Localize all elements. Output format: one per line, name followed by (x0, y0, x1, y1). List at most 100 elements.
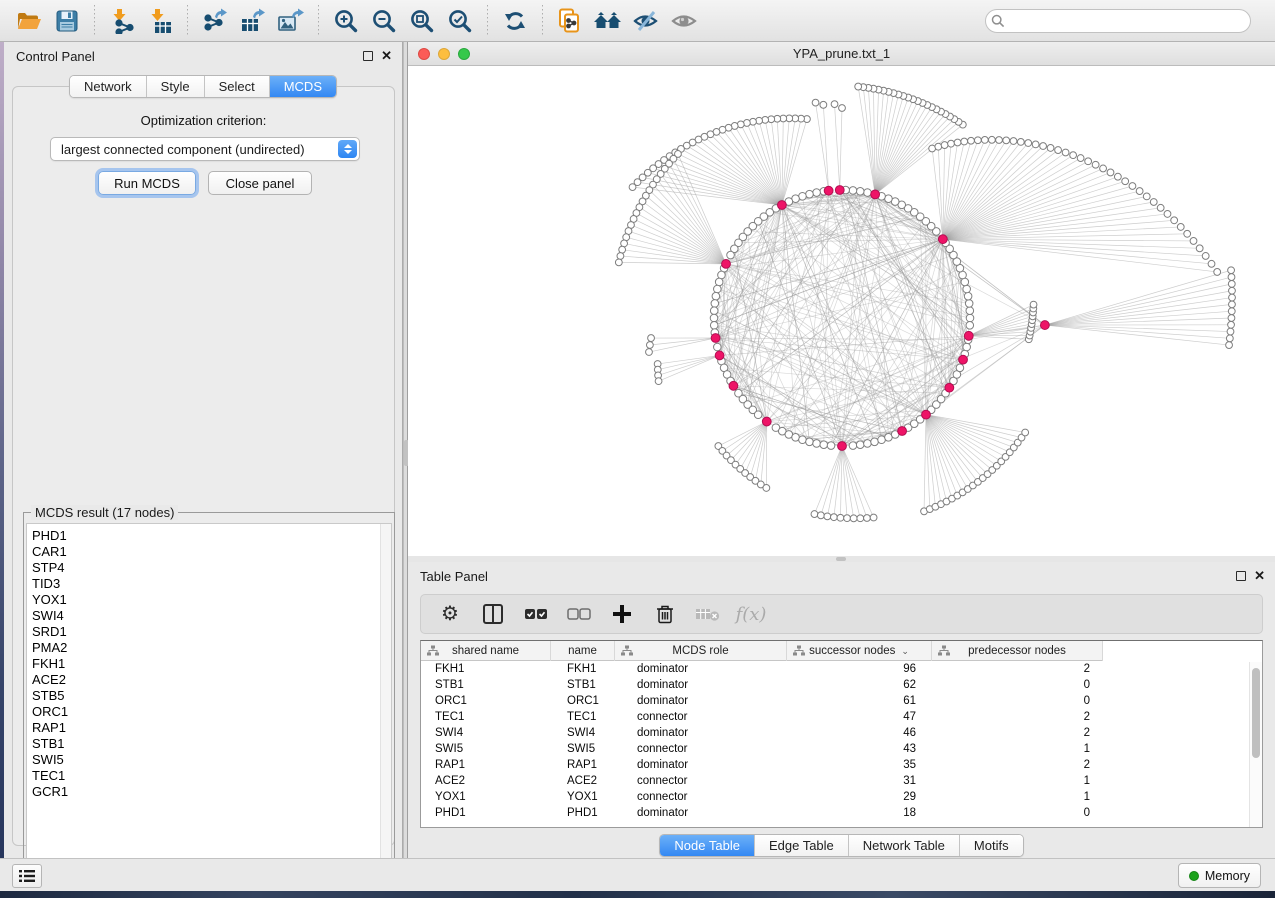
column-header-successor-nodes[interactable]: successor nodes⌄ (787, 641, 932, 661)
graph-node[interactable] (961, 278, 969, 286)
hide-details-icon[interactable] (631, 6, 661, 36)
column-header-predecessor-nodes[interactable]: predecessor nodes (932, 641, 1103, 661)
table-row[interactable]: TEC1TEC1connector472 (421, 709, 1262, 725)
graph-leaf-node[interactable] (1196, 245, 1203, 252)
graph-edge[interactable] (634, 219, 726, 264)
graph-hub-node[interactable] (778, 201, 787, 210)
graph-leaf-node[interactable] (1070, 152, 1077, 159)
table-cell[interactable]: 0 (932, 679, 1103, 691)
graph-edge[interactable] (726, 264, 969, 304)
table-cell[interactable]: STB1 (421, 679, 551, 691)
graph-node[interactable] (754, 411, 762, 419)
graph-leaf-node[interactable] (830, 514, 837, 521)
graph-node[interactable] (813, 440, 821, 448)
table-row[interactable]: STB1STB1dominator620 (421, 677, 1262, 693)
export-network-icon[interactable] (200, 6, 230, 36)
graph-hub-node[interactable] (762, 417, 771, 426)
graph-leaf-node[interactable] (855, 83, 862, 90)
graph-leaf-node[interactable] (1107, 169, 1114, 176)
graph-edge[interactable] (669, 164, 726, 264)
graph-edge[interactable] (860, 360, 963, 445)
graph-hub-node[interactable] (824, 186, 833, 195)
graph-edge[interactable] (1045, 298, 1232, 326)
graph-leaf-node[interactable] (763, 485, 770, 492)
graph-leaf-node[interactable] (1030, 301, 1037, 308)
graph-edge[interactable] (926, 415, 983, 478)
column-header-shared-name[interactable]: shared name (421, 641, 551, 661)
clone-network-icon[interactable] (555, 6, 585, 36)
graph-leaf-node[interactable] (1177, 224, 1184, 231)
mcds-result-item[interactable]: GCR1 (32, 784, 391, 800)
graph-leaf-node[interactable] (619, 246, 626, 253)
graph-edge[interactable] (1045, 304, 1232, 325)
tab-node-table[interactable]: Node Table (660, 835, 755, 856)
graph-node[interactable] (856, 441, 864, 449)
graph-leaf-node[interactable] (1171, 217, 1178, 224)
graph-edge[interactable] (858, 87, 875, 195)
table-cell[interactable]: ACE2 (551, 775, 615, 787)
graph-leaf-node[interactable] (1077, 155, 1084, 162)
task-history-button[interactable] (12, 864, 42, 888)
table-cell[interactable]: PHD1 (551, 807, 615, 819)
graph-edge[interactable] (924, 415, 926, 512)
graph-leaf-node[interactable] (996, 137, 1003, 144)
graph-edge[interactable] (687, 146, 782, 205)
graph-node[interactable] (813, 189, 821, 197)
run-mcds-button[interactable]: Run MCDS (98, 171, 196, 195)
tab-network-table[interactable]: Network Table (849, 835, 960, 856)
mcds-result-item[interactable]: TID3 (32, 576, 391, 592)
mcds-result-item[interactable]: PHD1 (32, 528, 391, 544)
graph-leaf-node[interactable] (1229, 287, 1236, 294)
tab-network[interactable]: Network (70, 76, 147, 97)
graph-node[interactable] (966, 314, 974, 322)
graph-leaf-node[interactable] (1100, 165, 1107, 172)
table-cell[interactable]: FKH1 (551, 663, 615, 675)
graph-leaf-node[interactable] (961, 138, 968, 145)
export-image-icon[interactable] (276, 6, 306, 36)
graph-edge[interactable] (823, 105, 828, 191)
graph-leaf-node[interactable] (837, 514, 844, 521)
table-row[interactable]: RAP1RAP1dominator352 (421, 757, 1262, 773)
table-cell[interactable]: 1 (932, 743, 1103, 755)
mcds-result-item[interactable]: PMA2 (32, 640, 391, 656)
graph-leaf-node[interactable] (1092, 161, 1099, 168)
graph-leaf-node[interactable] (1184, 230, 1191, 237)
tab-style[interactable]: Style (147, 76, 205, 97)
graph-leaf-node[interactable] (1040, 143, 1047, 150)
graph-node[interactable] (712, 292, 720, 300)
graph-hub-node[interactable] (835, 186, 844, 195)
zoom-out-icon[interactable] (369, 6, 399, 36)
mcds-list-scrollbar[interactable] (380, 524, 391, 879)
float-panel-icon[interactable] (1236, 571, 1246, 581)
graph-hub-node[interactable] (959, 355, 968, 364)
graph-node[interactable] (714, 343, 722, 351)
graph-edge[interactable] (782, 118, 795, 205)
graph-node[interactable] (966, 307, 974, 315)
table-cell[interactable]: dominator (615, 679, 787, 691)
graph-hub-node[interactable] (898, 427, 907, 436)
table-cell[interactable]: 96 (787, 663, 932, 675)
table-scrollbar[interactable] (1249, 662, 1262, 827)
graph-node[interactable] (710, 314, 718, 322)
search-input[interactable] (985, 9, 1251, 33)
graph-node[interactable] (871, 438, 879, 446)
network-graph[interactable] (408, 66, 1275, 556)
graph-leaf-node[interactable] (850, 515, 857, 522)
graph-edge[interactable] (681, 149, 782, 205)
graph-leaf-node[interactable] (646, 349, 653, 356)
table-cell[interactable]: 2 (932, 711, 1103, 723)
table-cell[interactable]: dominator (615, 807, 787, 819)
table-cell[interactable]: 31 (787, 775, 932, 787)
graph-leaf-node[interactable] (1022, 429, 1029, 436)
graph-leaf-node[interactable] (857, 515, 864, 522)
graph-leaf-node[interactable] (1164, 211, 1171, 218)
graph-hub-node[interactable] (715, 351, 724, 360)
graph-node[interactable] (965, 300, 973, 308)
table-row[interactable]: ACE2ACE2connector311 (421, 773, 1262, 789)
graph-node[interactable] (711, 300, 719, 308)
graph-leaf-node[interactable] (1085, 158, 1092, 165)
table-cell[interactable]: SWI5 (551, 743, 615, 755)
graph-hub-node[interactable] (838, 442, 847, 451)
graph-leaf-node[interactable] (1055, 147, 1062, 154)
mcds-result-item[interactable]: TEC1 (32, 768, 391, 784)
